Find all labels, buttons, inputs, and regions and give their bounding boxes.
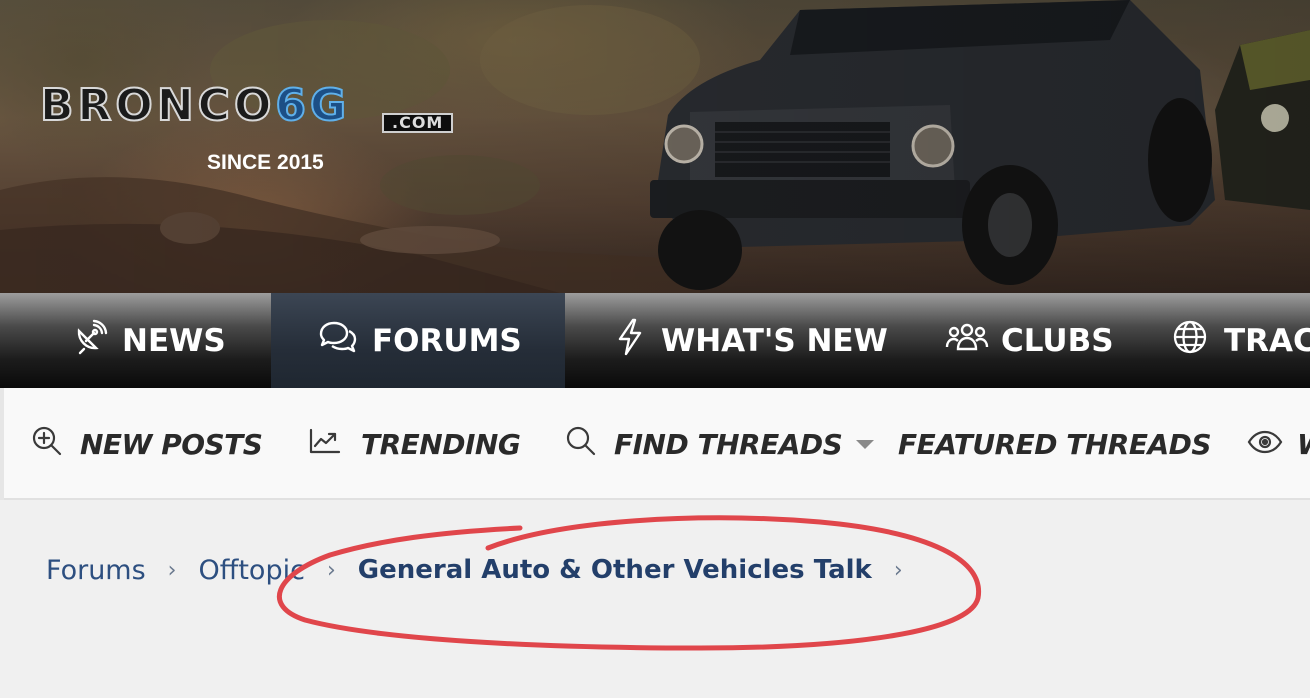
nav-clubs[interactable]: CLUBS: [945, 293, 1114, 388]
chat-bubbles-icon: [318, 320, 358, 362]
breadcrumb: Forums › Offtopic › General Auto & Other…: [46, 548, 925, 592]
nav-forums[interactable]: FORUMS: [271, 293, 565, 388]
site-logo[interactable]: BRONCO6G .COM: [39, 79, 500, 140]
logo-wordmark: BRONCO6G: [39, 79, 351, 132]
nav-trac[interactable]: TRAC: [1172, 293, 1310, 388]
subnav-trending[interactable]: TRENDING: [309, 388, 521, 500]
lightning-bolt-icon: [617, 318, 643, 364]
logo-com: .COM: [382, 113, 454, 133]
zoom-plus-icon: [32, 426, 62, 463]
nav-forums-label: FORUMS: [372, 322, 522, 359]
users-group-icon: [945, 321, 989, 361]
breadcrumb-general-auto[interactable]: General Auto & Other Vehicles Talk: [358, 555, 872, 585]
chevron-down-icon[interactable]: [856, 439, 875, 449]
subnav-new-posts[interactable]: NEW POSTS: [32, 388, 263, 500]
subnav-featured-threads-label: FEATURED THREADS: [898, 427, 1212, 461]
subnav-find-threads[interactable]: FIND THREADS: [566, 388, 875, 500]
nav-clubs-label: CLUBS: [1001, 322, 1114, 359]
subnav-watched-label: W: [1297, 428, 1310, 461]
breadcrumb-forums[interactable]: Forums: [46, 555, 146, 586]
trending-chart-icon: [309, 428, 341, 461]
satellite-dish-icon: [72, 319, 108, 363]
search-icon: [566, 426, 596, 463]
subnav-trending-label: TRENDING: [361, 427, 521, 461]
breadcrumb-separator: ›: [167, 557, 177, 583]
subnav-watched[interactable]: W: [1247, 388, 1310, 500]
subnav-new-posts-label: NEW POSTS: [80, 427, 263, 461]
tagline: SINCE 2015: [207, 151, 324, 174]
breadcrumb-offtopic[interactable]: Offtopic: [198, 555, 304, 586]
nav-news[interactable]: NEWS: [72, 293, 226, 388]
banner-overlay: [0, 0, 1310, 293]
subnav-find-threads-label: FIND THREADS: [614, 427, 843, 461]
primary-nav: NEWS FORUMS WHAT'S NEW CLUBS TRAC: [0, 293, 1310, 388]
secondary-nav: NEW POSTS TRENDING FIND THREADS FEATURED…: [0, 388, 1310, 500]
breadcrumb-separator: ›: [893, 557, 903, 583]
nav-whats-new[interactable]: WHAT'S NEW: [617, 293, 888, 388]
globe-icon: [1172, 319, 1208, 363]
nav-whats-new-label: WHAT'S NEW: [661, 322, 888, 359]
header-banner: BRONCO6G .COM SINCE 2015: [0, 0, 1310, 293]
nav-news-label: NEWS: [122, 322, 226, 359]
subnav-featured-threads[interactable]: FEATURED THREADS: [898, 388, 1212, 500]
nav-trac-label: TRAC: [1224, 322, 1310, 359]
eye-icon: [1247, 428, 1283, 461]
breadcrumb-separator: ›: [326, 557, 336, 583]
